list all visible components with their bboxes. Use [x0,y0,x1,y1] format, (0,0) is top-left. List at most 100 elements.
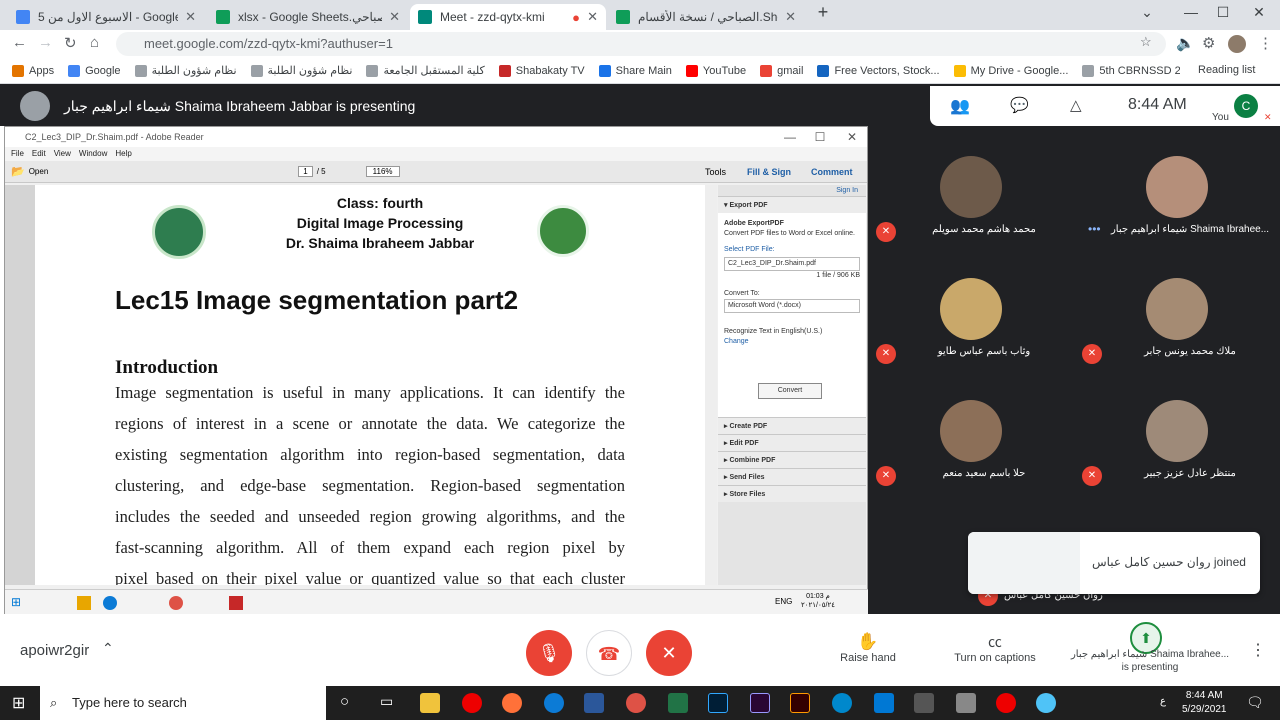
leave-call-button[interactable]: ☎ [586,630,632,676]
reading-list[interactable]: Reading list [1198,64,1255,76]
premiere-icon[interactable] [750,693,770,713]
store-icon[interactable] [914,693,934,713]
bookmark-youtube[interactable]: YouTube [685,64,746,77]
participant-tile[interactable]: ✕ محمد هاشم محمد سويلم [868,126,1074,242]
participant-tile[interactable]: ✕ ملاك محمد يونس جابر [1074,248,1280,364]
new-tab-button[interactable]: + [808,2,838,23]
menu-edit[interactable]: Edit [32,147,46,161]
menu-icon[interactable]: ⋮ [1258,34,1273,52]
participant-tile[interactable]: ✕ حلا باسم سعيد منعم [868,370,1074,486]
input-language[interactable]: ع [1160,696,1166,707]
profile-avatar[interactable] [1228,35,1246,53]
more-options-icon[interactable]: ⋮ [1250,640,1266,660]
url-input[interactable]: meet.google.com/zzd-qytx-kmi?authuser=1 [116,32,1166,56]
people-icon[interactable]: 👥 [950,96,970,116]
close-icon[interactable]: ✕ [587,9,598,25]
bookmark-star-icon[interactable]: ☆ [1140,34,1152,50]
participant-tile[interactable]: ••• شيماء ابراهيم جبار Shaima Ibrahee... [1074,126,1280,241]
activities-icon[interactable]: △ [1070,96,1082,114]
clock-time[interactable]: 8:44 AM [1182,689,1227,703]
word-icon[interactable] [584,693,604,713]
change-link[interactable]: Change [724,337,860,347]
comment-button[interactable]: Comment [811,167,853,177]
tab-meet[interactable]: Meet - zzd-qytx-kmi ● ✕ [410,4,606,30]
forward-icon[interactable]: → [38,34,53,51]
excel-icon[interactable] [668,693,688,713]
zoom-select[interactable]: 116% [365,166,400,177]
store-files-section[interactable]: ▸ Store Files [718,485,866,502]
menu-help[interactable]: Help [115,147,131,161]
home-icon[interactable]: ⌂ [90,34,99,51]
edge-icon[interactable] [544,693,564,713]
app-icon[interactable] [956,693,976,713]
adobe-minimize-button[interactable]: — [775,127,805,147]
menu-file[interactable]: File [11,147,24,161]
folder-icon[interactable]: 📂 [11,165,25,178]
bookmark-student-2[interactable]: نظام شؤون الطلبة [250,64,352,77]
tab-drive[interactable]: الاسبوع الاول من 5 - Google Drive ✕ [8,4,204,30]
start-icon[interactable]: ⊞ [12,693,25,713]
clock-date[interactable]: 5/29/2021 [1182,703,1227,717]
menu-window[interactable]: Window [79,147,107,161]
cortana-icon[interactable]: ○ [340,693,349,710]
raise-hand-button[interactable]: ✋ Raise hand [840,632,896,664]
adobe-maximize-button[interactable]: ☐ [805,127,835,147]
browser-icon[interactable] [1036,693,1056,713]
adobe-close-button[interactable]: ✕ [837,127,867,147]
task-view-icon[interactable]: ▭ [380,693,393,710]
tab-sheets-2[interactable]: الصباحي / نسخة الأقسام.Sheets ✕ [608,4,804,30]
bookmark-google[interactable]: Google [68,64,121,77]
taskbar-search-input[interactable]: ⌕ Type here to search [40,686,326,720]
chevron-up-icon[interactable]: ⌃ [102,640,114,657]
close-icon[interactable]: ✕ [389,9,400,25]
photoshop-icon[interactable] [708,693,728,713]
bookmark-vectors[interactable]: Free Vectors, Stock... [817,64,940,77]
bookmark-apps[interactable]: Apps [12,64,54,77]
convert-button[interactable]: Convert [758,383,822,399]
close-window-button[interactable]: ✕ [1244,4,1274,21]
create-pdf-section[interactable]: ▸ Create PDF [718,417,866,434]
mic-toggle-button[interactable]: 🎙 [526,630,572,676]
close-icon[interactable]: ✕ [185,9,196,25]
participant-tile[interactable]: ✕ وثاب باسم عباس طايو [868,248,1074,364]
reload-icon[interactable]: ↻ [64,34,77,52]
meeting-code[interactable]: apoiwr2gir [20,642,89,659]
chat-icon[interactable]: 💬 [1010,96,1029,114]
menu-view[interactable]: View [54,147,71,161]
captions-button[interactable]: ㏄ Turn on captions [950,632,1040,664]
telegram-icon[interactable] [832,693,852,713]
mail-icon[interactable] [874,693,894,713]
pdf-scrollbar[interactable] [705,185,717,585]
export-pdf-section[interactable]: ▾ Export PDF [718,196,866,213]
opera-icon[interactable] [462,693,482,713]
combine-pdf-section[interactable]: ▸ Combine PDF [718,451,866,468]
bookmark-share[interactable]: Share Main [598,64,672,77]
tab-search-icon[interactable]: ⌄ [1132,4,1162,21]
file-explorer-icon[interactable] [420,693,440,713]
bookmark-drive[interactable]: My Drive - Google... [953,64,1068,77]
open-button[interactable]: Open [29,167,49,176]
maximize-button[interactable]: ☐ [1208,4,1238,21]
notifications-icon[interactable]: 🗨 [1246,694,1264,711]
speaker-icon[interactable]: 🔈 [1176,34,1195,52]
back-icon[interactable]: ← [12,34,27,51]
format-select[interactable]: Microsoft Word (*.docx) [724,299,860,313]
extensions-icon[interactable]: ⚙ [1202,34,1215,52]
send-files-section[interactable]: ▸ Send Files [718,468,866,485]
bookmark-student-1[interactable]: نظام شؤون الطلبة [134,64,237,77]
tab-sheets-1[interactable]: xlsx - Google Sheets.الصباحي ✕ [208,4,408,30]
bookmark-gmail[interactable]: gmail [760,64,803,77]
selected-file[interactable]: C2_Lec3_DIP_Dr.Shaim.pdf [724,257,860,271]
camera-toggle-button[interactable]: ✕ [646,630,692,676]
close-icon[interactable]: ✕ [785,9,796,25]
bookmark-shabakaty[interactable]: Shabakaty TV [498,64,585,77]
fill-sign-button[interactable]: Fill & Sign [747,167,791,177]
participant-tile[interactable]: ✕ منتظر عادل عزيز جبير [1074,370,1280,486]
bookmark-cbrn[interactable]: 5th CBRNSSD 2020... [1082,64,1180,77]
self-avatar[interactable]: C [1234,94,1258,118]
bookmark-college[interactable]: كلية المستقبل الجامعة [366,64,485,77]
firefox-icon[interactable] [502,693,522,713]
illustrator-icon[interactable] [790,693,810,713]
opera-gx-icon[interactable] [996,693,1016,713]
edit-pdf-section[interactable]: ▸ Edit PDF [718,434,866,451]
